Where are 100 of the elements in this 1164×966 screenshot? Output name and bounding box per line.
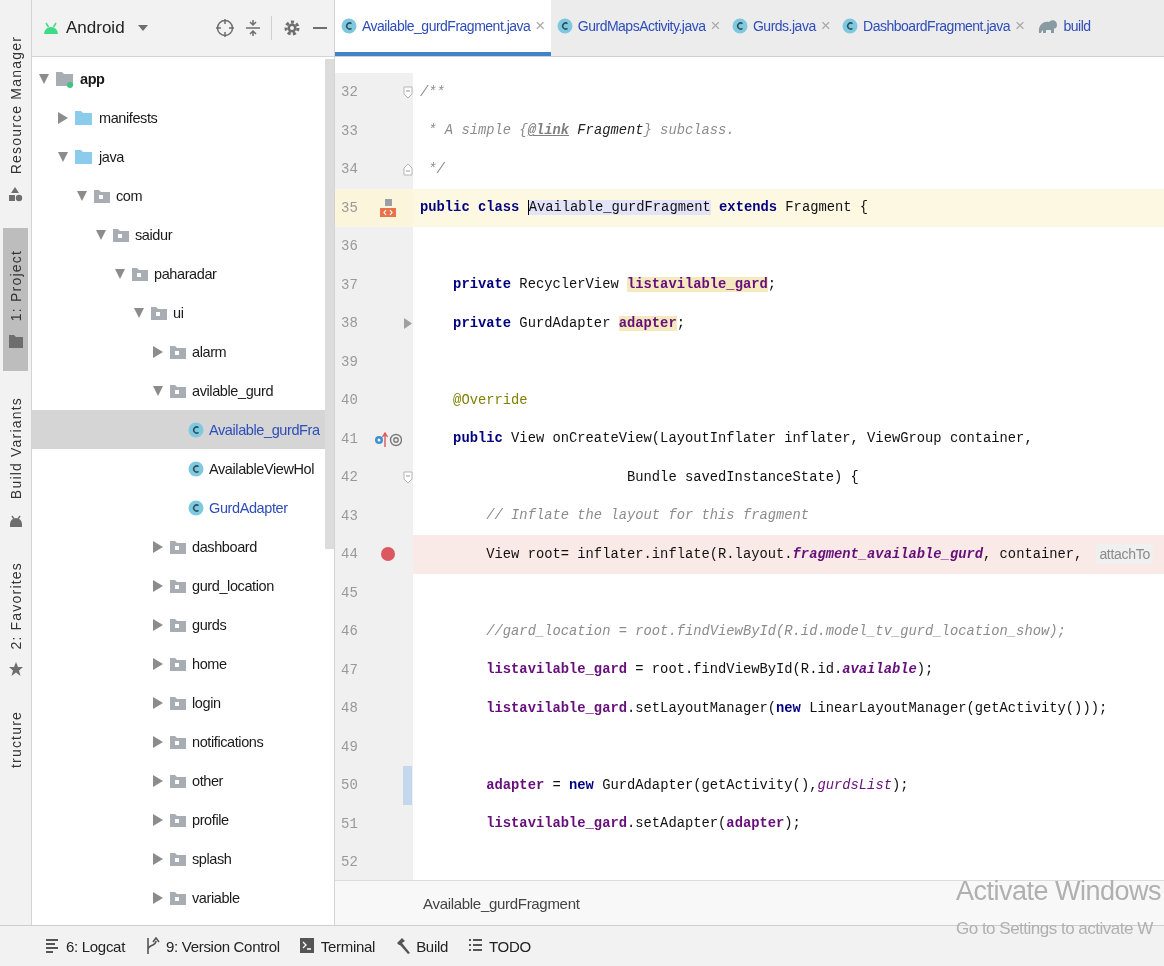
editor-tab[interactable]: GurdMapsActivity.java × [550,0,726,56]
line-number: 43 [340,507,359,524]
tree-item[interactable]: alarm [32,332,325,371]
fold-marker-icon[interactable] [403,85,413,99]
collapse-arrow-icon[interactable] [114,267,126,280]
tool-window-button[interactable]: 6: Logcat [45,937,125,955]
line-number: 46 [340,623,359,640]
expand-arrow-icon[interactable] [152,813,164,826]
class-icon [341,18,357,34]
change-marker[interactable] [403,766,412,805]
tool-window-button[interactable]: 1: Project [3,228,28,372]
expand-arrow-icon[interactable] [152,696,164,709]
breakpoint-icon[interactable] [380,546,396,563]
expand-arrow-icon[interactable] [152,891,164,904]
editor-tab[interactable]: build [1030,0,1097,56]
expand-arrow-icon[interactable] [152,852,164,865]
tree-item[interactable]: profile [32,800,325,839]
crosshair-icon[interactable] [215,18,235,38]
tree-item[interactable]: ui [32,293,325,332]
shapes-icon [7,186,24,203]
override-marker-icon [374,429,402,448]
tool-window-button[interactable]: Resource Manager [3,28,28,211]
class-icon [188,499,204,516]
breadcrumb-item[interactable]: Available_gurdFragment [423,894,580,912]
fold-marker-icon[interactable] [403,162,413,176]
collapse-arrow-icon[interactable] [38,72,50,85]
expand-arrow-icon[interactable] [152,774,164,787]
editor-tab[interactable]: DashboardFragment.java × [836,0,1031,56]
package-folder-icon [169,772,187,789]
tree-item[interactable]: avilable_gurd [32,371,325,410]
package-folder-icon [169,616,187,633]
branch-icon [145,937,160,955]
view-selector[interactable]: Android [42,18,149,38]
fold-marker-icon[interactable] [403,470,413,484]
collapse-arrow-icon[interactable] [76,189,88,202]
collapse-arrow-icon[interactable] [133,306,145,319]
package-folder-icon [169,889,187,906]
package-folder-icon [169,733,187,750]
tree-item[interactable]: splash [32,839,325,878]
expand-arrow-icon[interactable] [152,618,164,631]
caret-icon [136,24,149,32]
expand-arrow-icon[interactable] [152,735,164,748]
elephant-icon [1036,17,1059,35]
tool-window-button[interactable]: Build Variants [3,389,28,536]
tree-item[interactable]: paharadar [32,254,325,293]
code-line: public View onCreateView(LayoutInflater inflater, ViewGroup container, [452,431,1033,447]
line-number: 51 [340,815,359,832]
expand-arrow-icon[interactable] [152,657,164,670]
collapse-all-icon[interactable] [245,18,261,38]
line-number: 40 [340,392,359,409]
tree-item[interactable]: dashboard [32,527,325,566]
tree-item[interactable]: other [32,761,325,800]
scrollbar[interactable] [325,59,334,549]
tool-window-button[interactable]: 2: Favorites [3,553,28,686]
tool-window-button[interactable]: TODO [468,937,531,955]
collapse-arrow-icon[interactable] [152,384,164,397]
code-line: private RecyclerView listavilable_gard; [452,277,777,293]
tool-window-button[interactable]: Build [395,937,448,955]
editor-tab[interactable]: Available_gurdFragment.java × [335,0,551,56]
settings-icon[interactable] [282,18,302,38]
editor-tab[interactable]: Gurds.java × [725,0,837,56]
tree-item[interactable]: gurds [32,605,325,644]
tree-item[interactable]: manifests [32,98,325,137]
expand-arrow-icon[interactable] [57,111,69,124]
tree-item[interactable]: gurd_location [32,566,325,605]
line-number: 39 [340,353,359,370]
tree-item[interactable]: GurdAdapter [32,488,325,527]
tool-window-button[interactable]: Terminal [299,937,376,955]
tree-item[interactable]: app [32,59,325,98]
package-folder-icon [169,382,187,399]
line-number: 35 [340,199,359,216]
tree-item[interactable]: com [32,176,325,215]
line-number: 33 [340,122,359,139]
collapse-arrow-icon[interactable] [57,150,69,163]
collapse-arrow-icon[interactable] [95,228,107,241]
code-line: listavilable_gard.setLayoutManager(new LinearLayoutManager(getActivity())); [485,700,1108,716]
arrow-icon[interactable] [403,316,413,330]
tree-item[interactable]: notifications [32,722,325,761]
code-line: listavilable_gard.setAdapter(adapter); [485,816,801,832]
code-line: @Override [452,392,528,408]
hammer-icon [395,937,411,955]
code-line: /** [420,84,445,100]
tree-item[interactable]: AvailableViewHol [32,449,325,488]
package-folder-icon [169,577,187,594]
tool-window-button[interactable]: 9: Version Control [145,937,280,955]
line-number: 41 [340,430,359,447]
class-icon [556,18,573,34]
line-number: 34 [340,161,359,178]
expand-arrow-icon[interactable] [152,345,164,358]
tree-item[interactable]: login [32,683,325,722]
package-folder-icon [169,343,187,360]
parameter-hint: attachTo [1096,544,1153,565]
expand-arrow-icon[interactable] [152,579,164,592]
tree-item[interactable]: saidur [32,215,325,254]
tree-item[interactable]: variable [32,878,325,917]
expand-arrow-icon[interactable] [152,540,164,553]
tree-item[interactable]: Available_gurdFra [32,410,325,449]
tree-item[interactable]: java [32,137,325,176]
tree-item[interactable]: home [32,644,325,683]
tool-window-button[interactable]: tructure [3,703,28,777]
